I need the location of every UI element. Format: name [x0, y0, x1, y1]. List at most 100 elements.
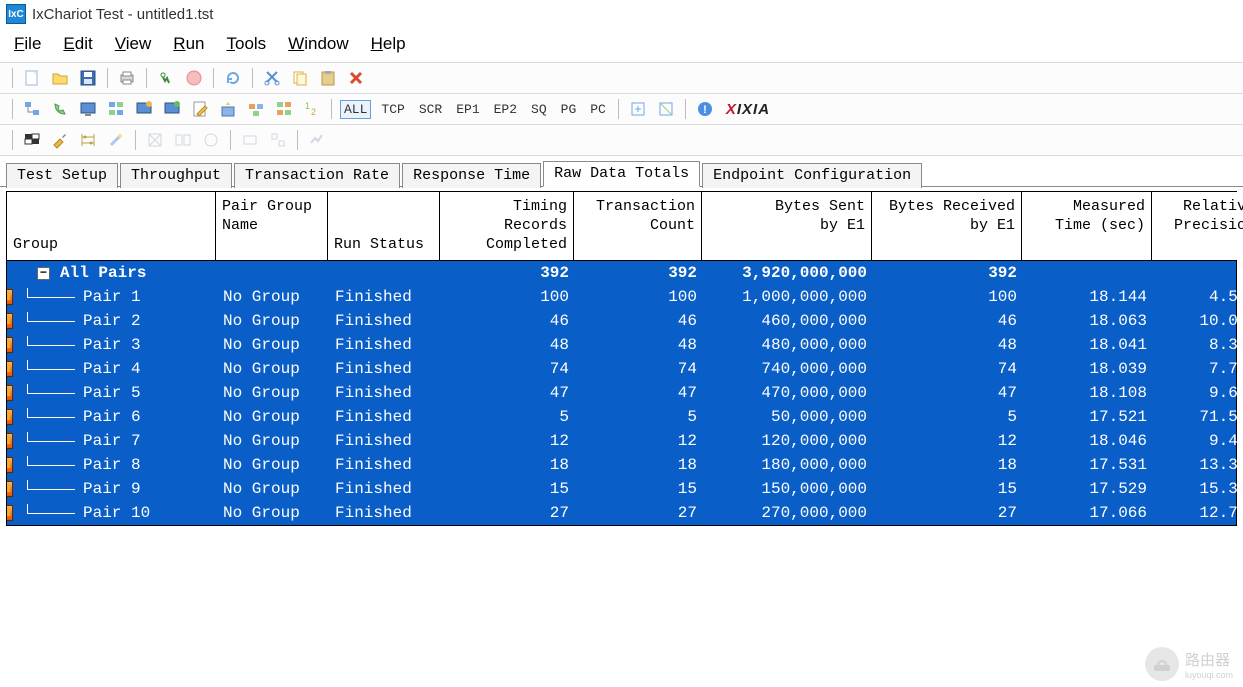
table-row[interactable]: Pair 8 No Group Finished 18 18 180,000,0…: [7, 453, 1236, 477]
multi2-icon[interactable]: [273, 98, 295, 120]
brush-icon[interactable]: [49, 129, 71, 151]
table-row[interactable]: Pair 1 No Group Finished 100 100 1,000,0…: [7, 285, 1236, 309]
edit-doc-icon[interactable]: [189, 98, 211, 120]
paste-icon[interactable]: [317, 67, 339, 89]
net-add-icon[interactable]: [21, 98, 43, 120]
delete-icon[interactable]: [345, 67, 367, 89]
filter-ep2-button[interactable]: EP2: [490, 100, 521, 119]
tab-test-setup[interactable]: Test Setup: [6, 163, 118, 188]
col-trans[interactable]: Transaction Count: [574, 192, 702, 260]
table-row[interactable]: Pair 3 No Group Finished 48 48 480,000,0…: [7, 333, 1236, 357]
cell-status: Finished: [329, 480, 441, 498]
print-icon[interactable]: [116, 67, 138, 89]
collapse-icon[interactable]: −: [37, 267, 50, 280]
filter-ep1-button[interactable]: EP1: [452, 100, 483, 119]
cell-group: No Group: [217, 384, 329, 402]
flag-icon[interactable]: [21, 129, 43, 151]
save-icon[interactable]: [77, 67, 99, 89]
menu-view[interactable]: View: [115, 34, 152, 54]
col-time[interactable]: Measured Time (sec): [1022, 192, 1152, 260]
cell-time: 17.521: [1023, 408, 1153, 426]
cell-time: 18.063: [1023, 312, 1153, 330]
onetwo-icon[interactable]: 12: [301, 98, 323, 120]
app-icon: IxC: [6, 4, 26, 24]
pair-icon: [7, 409, 13, 425]
ghost1-icon[interactable]: [144, 129, 166, 151]
summary-row[interactable]: − All Pairs 392 392 3,920,000,000 392: [7, 261, 1236, 285]
ghost6-icon[interactable]: [306, 129, 328, 151]
col-timing[interactable]: Timing Records Completed: [440, 192, 574, 260]
tab-raw-data-totals[interactable]: Raw Data Totals: [543, 161, 700, 187]
refresh-icon[interactable]: [222, 67, 244, 89]
menu-tools[interactable]: Tools: [226, 34, 266, 54]
table-row[interactable]: Pair 7 No Group Finished 12 12 120,000,0…: [7, 429, 1236, 453]
tab-throughput[interactable]: Throughput: [120, 163, 232, 188]
menu-run[interactable]: Run: [173, 34, 204, 54]
table-row[interactable]: Pair 6 No Group Finished 5 5 50,000,000 …: [7, 405, 1236, 429]
stop-icon[interactable]: [183, 67, 205, 89]
open-icon[interactable]: [49, 67, 71, 89]
col-pairgroup[interactable]: Pair Group Name: [216, 192, 328, 260]
cell-status: Finished: [329, 384, 441, 402]
wizard-icon[interactable]: [217, 98, 239, 120]
tab-response-time[interactable]: Response Time: [402, 163, 541, 188]
filter-all-button[interactable]: ALL: [340, 100, 371, 119]
cell-sent: 270,000,000: [703, 504, 873, 522]
table-row[interactable]: Pair 5 No Group Finished 47 47 470,000,0…: [7, 381, 1236, 405]
cell-timing: 12: [441, 432, 575, 450]
cut-icon[interactable]: [261, 67, 283, 89]
tab-endpoint-config[interactable]: Endpoint Configuration: [702, 163, 922, 188]
filter-sq-button[interactable]: SQ: [527, 100, 551, 119]
cell-trans: 48: [575, 336, 703, 354]
call-icon[interactable]: [49, 98, 71, 120]
col-recv[interactable]: Bytes Received by E1: [872, 192, 1022, 260]
new-icon[interactable]: [21, 67, 43, 89]
cell-recv: 15: [873, 480, 1023, 498]
grid-in-icon[interactable]: [627, 98, 649, 120]
pair-icon: [7, 313, 13, 329]
filter-scr-button[interactable]: SCR: [415, 100, 446, 119]
cell-sent: 50,000,000: [703, 408, 873, 426]
cell-prec: 12.764: [1153, 504, 1243, 522]
ghost3-icon[interactable]: [200, 129, 222, 151]
table-row[interactable]: Pair 4 No Group Finished 74 74 740,000,0…: [7, 357, 1236, 381]
watermark: 路由器 luyouqi.com: [1145, 647, 1233, 681]
menu-window[interactable]: Window: [288, 34, 348, 54]
abacus-icon[interactable]: [77, 129, 99, 151]
cell-time: 18.144: [1023, 288, 1153, 306]
ghost5-icon[interactable]: [267, 129, 289, 151]
copy-icon[interactable]: [289, 67, 311, 89]
table-row[interactable]: Pair 10 No Group Finished 27 27 270,000,…: [7, 501, 1236, 525]
multi1-icon[interactable]: [245, 98, 267, 120]
monitor-icon[interactable]: [77, 98, 99, 120]
table-row[interactable]: Pair 9 No Group Finished 15 15 150,000,0…: [7, 477, 1236, 501]
grid-out-icon[interactable]: [655, 98, 677, 120]
col-prec[interactable]: Relative Precision: [1152, 192, 1243, 260]
col-sent[interactable]: Bytes Sent by E1: [702, 192, 872, 260]
filter-pg-button[interactable]: PG: [557, 100, 581, 119]
table-row[interactable]: Pair 2 No Group Finished 46 46 460,000,0…: [7, 309, 1236, 333]
tab-transaction-rate[interactable]: Transaction Rate: [234, 163, 400, 188]
ghost2-icon[interactable]: [172, 129, 194, 151]
pair-label: Pair 4: [83, 360, 141, 378]
cell-status: Finished: [329, 456, 441, 474]
col-status[interactable]: Run Status: [328, 192, 440, 260]
cell-timing: 46: [441, 312, 575, 330]
info-icon[interactable]: !: [694, 98, 716, 120]
col-group[interactable]: Group: [6, 192, 216, 260]
net-pair-icon[interactable]: [105, 98, 127, 120]
menu-edit[interactable]: Edit: [63, 34, 92, 54]
cell-recv: 5: [873, 408, 1023, 426]
menu-file[interactable]: File: [14, 34, 41, 54]
wand-icon[interactable]: [105, 129, 127, 151]
monitor2-icon[interactable]: [133, 98, 155, 120]
filter-pc-button[interactable]: PC: [586, 100, 610, 119]
cell-recv: 18: [873, 456, 1023, 474]
monitor3-icon[interactable]: [161, 98, 183, 120]
cell-group: No Group: [217, 432, 329, 450]
ghost4-icon[interactable]: [239, 129, 261, 151]
run-icon[interactable]: [155, 67, 177, 89]
filter-tcp-button[interactable]: TCP: [377, 100, 408, 119]
menu-help[interactable]: Help: [371, 34, 406, 54]
pair-icon: [7, 457, 13, 473]
